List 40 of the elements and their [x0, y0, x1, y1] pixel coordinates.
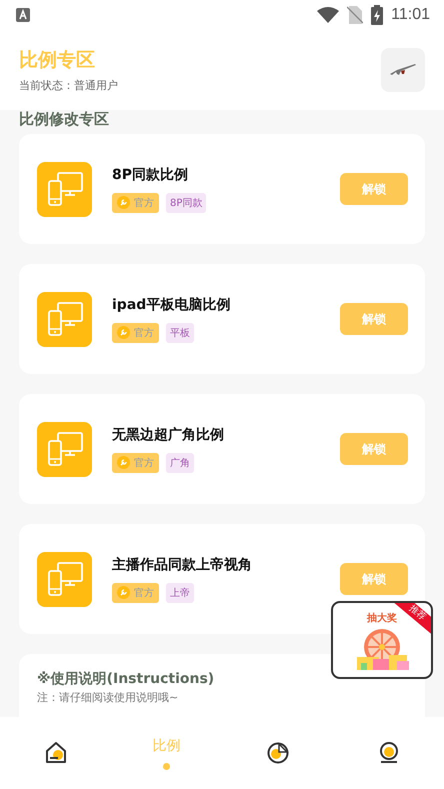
- official-label: 官方: [134, 456, 154, 470]
- category-tag: 平板: [166, 322, 194, 342]
- devices-icon: [37, 162, 92, 216]
- section-title: 比例修改专区: [19, 110, 110, 128]
- official-label: 官方: [134, 196, 154, 210]
- unlock-button[interactable]: 解锁: [340, 303, 408, 335]
- instructions-title: ※使用说明(Instructions): [37, 670, 214, 688]
- devices-icon: [37, 552, 92, 606]
- wrench-icon: [117, 456, 130, 469]
- unlock-button[interactable]: 解锁: [340, 433, 408, 465]
- keyboard-icon: [16, 8, 30, 22]
- lottery-widget[interactable]: 推荐 抽大奖: [331, 601, 433, 679]
- wrench-icon: [117, 196, 130, 209]
- wifi-icon: [317, 7, 340, 23]
- wrench-icon: [117, 586, 130, 599]
- battery-icon: [371, 5, 384, 25]
- official-label: 官方: [134, 326, 154, 340]
- unlock-button[interactable]: 解锁: [340, 173, 408, 205]
- devices-icon: [37, 292, 92, 346]
- instructions-note: 注：请仔细阅读使用说明哦~: [37, 690, 178, 705]
- page-title: 比例专区: [19, 48, 96, 73]
- official-label: 官方: [134, 586, 154, 600]
- no-sim-icon: [347, 6, 364, 24]
- wrench-icon: [117, 326, 130, 339]
- clock: 11:01: [391, 6, 430, 24]
- user-status: 当前状态：普通用户: [19, 78, 118, 93]
- ratio-title: ipad平板电脑比例: [112, 296, 232, 314]
- rifle-button[interactable]: [381, 48, 425, 92]
- home-icon: [44, 741, 68, 765]
- pie-chart-icon: [266, 741, 290, 765]
- devices-icon: [37, 422, 92, 476]
- category-tag: 8P同款: [166, 192, 206, 212]
- rifle-icon: [389, 62, 417, 78]
- ratio-tab[interactable]: 比例: [146, 728, 186, 778]
- ratio-title: 无黑边超广角比例: [112, 426, 225, 444]
- category-tag: 广角: [166, 452, 194, 472]
- ratio-title: 8P同款比例: [112, 166, 190, 184]
- category-tag: 上帝: [166, 582, 194, 602]
- unlock-button[interactable]: 解锁: [340, 563, 408, 595]
- ratio-title: 主播作品同款上帝视角: [112, 556, 253, 574]
